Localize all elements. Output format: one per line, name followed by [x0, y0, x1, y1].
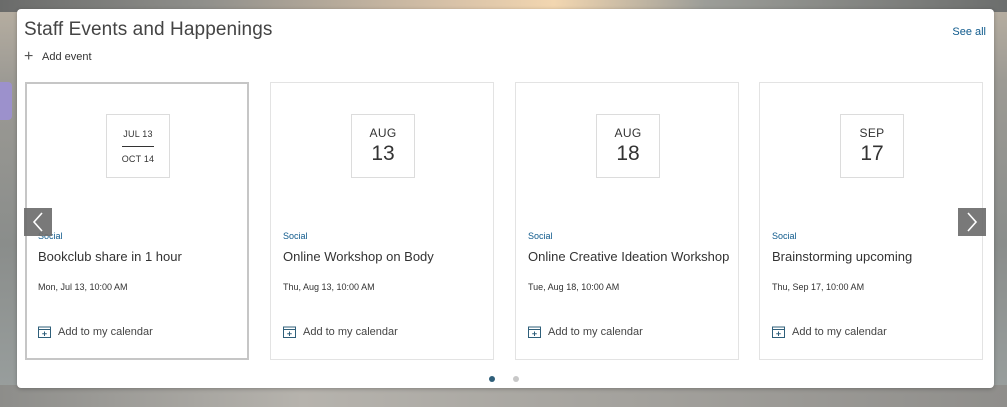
event-category: Social — [283, 231, 308, 241]
background-side-tab — [0, 82, 12, 120]
events-webpart: Staff Events and Happenings See all + Ad… — [17, 9, 994, 388]
next-button[interactable] — [958, 208, 986, 236]
event-title[interactable]: Online Creative Ideation Workshop — [528, 249, 729, 264]
date-range-end: OCT 14 — [121, 153, 155, 164]
event-title[interactable]: Brainstorming upcoming — [772, 249, 912, 264]
event-date-range: JUL 13 OCT 14 — [106, 114, 170, 178]
event-title[interactable]: Bookclub share in 1 hour — [38, 249, 182, 264]
event-card[interactable]: AUG 18 Social Online Creative Ideation W… — [515, 82, 739, 360]
chevron-right-icon — [967, 212, 978, 232]
webpart-title: Staff Events and Happenings — [24, 19, 273, 40]
event-day: 18 — [616, 142, 640, 165]
event-card[interactable]: AUG 13 Social Online Workshop on Body Th… — [270, 82, 494, 360]
add-to-calendar-button[interactable]: Add to my calendar — [283, 326, 398, 338]
add-to-calendar-button[interactable]: Add to my calendar — [38, 326, 153, 338]
event-time: Tue, Aug 18, 10:00 AM — [528, 282, 620, 292]
calendar-add-icon — [283, 326, 296, 338]
event-category: Social — [772, 231, 797, 241]
calendar-add-icon — [38, 326, 51, 338]
previous-button[interactable] — [24, 208, 52, 236]
event-month: SEP — [859, 126, 885, 140]
event-card[interactable]: SEP 17 Social Brainstorming upcoming Thu… — [759, 82, 983, 360]
pagination-dots — [489, 376, 519, 382]
event-month: AUG — [369, 126, 397, 140]
event-day: 13 — [371, 142, 395, 165]
calendar-add-icon — [528, 326, 541, 338]
add-to-calendar-label: Add to my calendar — [303, 326, 398, 338]
event-time: Mon, Jul 13, 10:00 AM — [38, 282, 128, 292]
event-card[interactable]: JUL 13 OCT 14 Social Bookclub share in 1… — [25, 82, 249, 360]
plus-icon: + — [24, 48, 34, 65]
event-title[interactable]: Online Workshop on Body — [283, 249, 434, 264]
event-date: AUG 13 — [351, 114, 415, 178]
pagination-dot-2[interactable] — [513, 376, 519, 382]
add-event-label: Add event — [42, 51, 92, 63]
event-category: Social — [528, 231, 553, 241]
event-day: 17 — [860, 142, 884, 165]
date-range-start: JUL 13 — [123, 128, 153, 139]
event-date: SEP 17 — [840, 114, 904, 178]
event-month: AUG — [614, 126, 642, 140]
background-image-bottom — [0, 385, 1007, 407]
chevron-left-icon — [32, 212, 43, 232]
add-to-calendar-label: Add to my calendar — [548, 326, 643, 338]
add-to-calendar-label: Add to my calendar — [792, 326, 887, 338]
add-to-calendar-label: Add to my calendar — [58, 326, 153, 338]
event-time: Thu, Aug 13, 10:00 AM — [283, 282, 375, 292]
see-all-link[interactable]: See all — [952, 26, 986, 38]
add-event-button[interactable]: + Add event — [24, 49, 92, 65]
add-to-calendar-button[interactable]: Add to my calendar — [772, 326, 887, 338]
pagination-dot-1[interactable] — [489, 376, 495, 382]
event-time: Thu, Sep 17, 10:00 AM — [772, 282, 865, 292]
add-to-calendar-button[interactable]: Add to my calendar — [528, 326, 643, 338]
date-range-divider — [122, 145, 154, 147]
event-date: AUG 18 — [596, 114, 660, 178]
calendar-add-icon — [772, 326, 785, 338]
